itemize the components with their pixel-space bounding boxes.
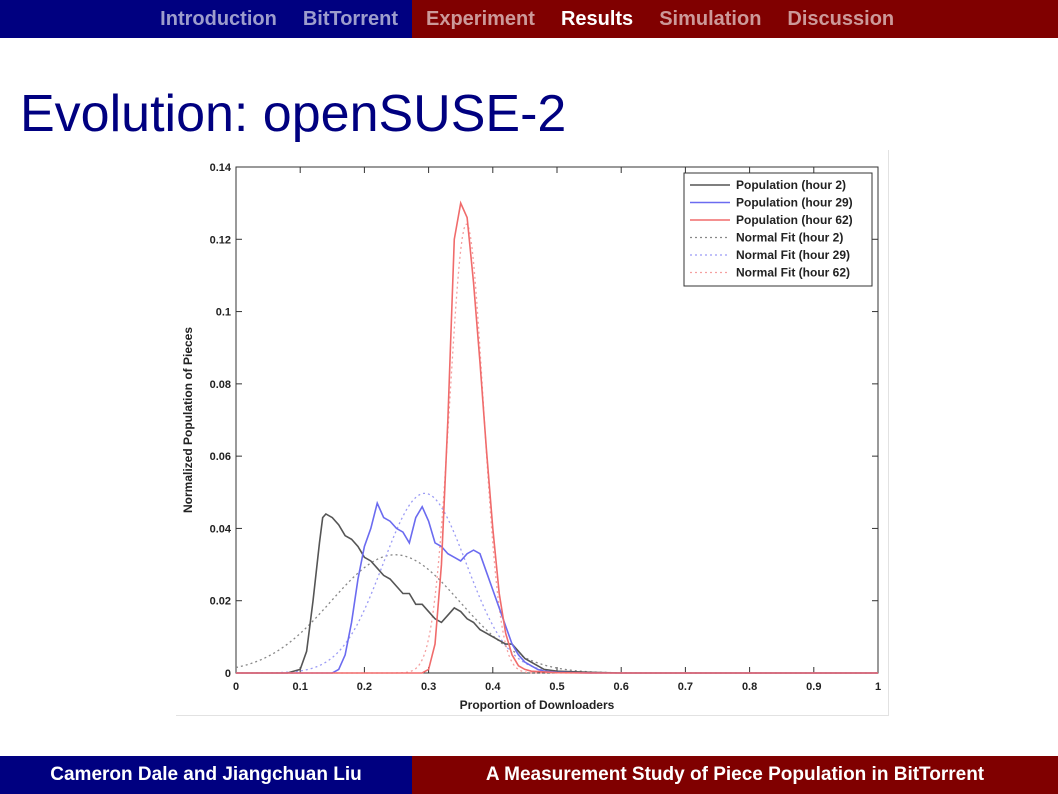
footer-paper-title: A Measurement Study of Piece Population … bbox=[485, 764, 985, 785]
nav-introduction[interactable]: Introduction bbox=[160, 8, 277, 31]
navigation-bar: Introduction BitTorrent Experiment Resul… bbox=[0, 0, 1058, 38]
footer-right-section: A Measurement Study of Piece Population … bbox=[412, 756, 1058, 794]
nav-experiment[interactable]: Experiment bbox=[426, 8, 535, 31]
series-line-6 bbox=[236, 223, 878, 674]
x-tick-label: 0.6 bbox=[614, 681, 629, 693]
x-tick-label: 0.1 bbox=[293, 681, 308, 693]
x-tick-label: 0.4 bbox=[485, 681, 501, 693]
footer-authors: Cameron Dale and Jiangchuan Liu bbox=[50, 764, 362, 785]
y-tick-label: 0 bbox=[225, 668, 231, 680]
y-axis-label: Normalized Population of Pieces bbox=[181, 327, 195, 513]
y-tick-label: 0.08 bbox=[210, 379, 231, 391]
footer-left-section: Cameron Dale and Jiangchuan Liu bbox=[0, 756, 412, 794]
legend-label: Normal Fit (hour 29) bbox=[736, 248, 850, 262]
legend-label: Population (hour 62) bbox=[736, 213, 853, 227]
legend-label: Normal Fit (hour 62) bbox=[736, 266, 850, 280]
line-chart: 0 0.1 0.2 0.3 0.4 0.5 0.6 0.7 0.8 0.9 1 0 0.02 0.04 0.… bbox=[181, 162, 881, 712]
footer-bar: Cameron Dale and Jiangchuan Liu A Measur… bbox=[0, 756, 1058, 794]
nav-right-section: Experiment Results Simulation Discussion bbox=[412, 0, 1058, 38]
x-tick-label: 0.2 bbox=[357, 681, 372, 693]
nav-discussion[interactable]: Discussion bbox=[787, 8, 894, 31]
series-line-1 bbox=[236, 512, 878, 674]
y-tick-label: 0.12 bbox=[210, 234, 231, 246]
x-tick-label: 0.7 bbox=[678, 681, 693, 693]
x-tick-label: 0 bbox=[233, 681, 239, 693]
y-tick-label: 0.02 bbox=[210, 596, 231, 608]
x-tick-label: 0.8 bbox=[742, 681, 757, 693]
legend-label: Population (hour 2) bbox=[736, 178, 846, 192]
series-line-5 bbox=[236, 492, 878, 674]
y-tick-label: 0.04 bbox=[210, 523, 232, 535]
y-tick-label: 0.06 bbox=[210, 451, 231, 463]
legend-label: Population (hour 29) bbox=[736, 196, 853, 210]
chart-figure: 0 0.1 0.2 0.3 0.4 0.5 0.6 0.7 0.8 0.9 1 0 0.02 0.04 0.… bbox=[176, 150, 889, 716]
x-tick-label: 0.3 bbox=[421, 681, 436, 693]
x-tick-label: 1 bbox=[875, 681, 881, 693]
nav-bittorrent[interactable]: BitTorrent bbox=[303, 8, 398, 31]
series-line-4 bbox=[235, 554, 878, 674]
y-tick-label: 0.1 bbox=[216, 307, 231, 319]
x-axis-label: Proportion of Downloaders bbox=[460, 698, 615, 712]
nav-simulation[interactable]: Simulation bbox=[659, 8, 761, 31]
series-line-2 bbox=[236, 500, 878, 674]
nav-results[interactable]: Results bbox=[561, 8, 633, 31]
x-tick-label: 0.9 bbox=[806, 681, 821, 693]
y-tick-label: 0.14 bbox=[210, 162, 232, 174]
x-tick-label: 0.5 bbox=[549, 681, 564, 693]
legend-label: Normal Fit (hour 2) bbox=[736, 231, 843, 245]
slide-title: Evolution: openSUSE-2 bbox=[20, 85, 567, 143]
nav-left-section: Introduction BitTorrent bbox=[0, 0, 412, 38]
